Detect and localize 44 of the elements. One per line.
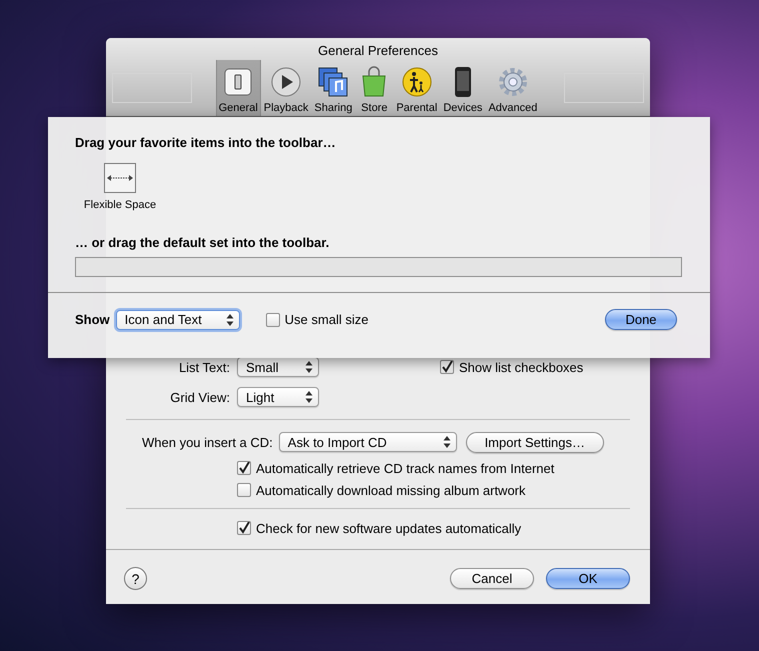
stepper-arrows-icon xyxy=(442,436,451,448)
checkbox[interactable] xyxy=(237,461,251,475)
checkbox[interactable] xyxy=(237,483,251,497)
checkbox[interactable] xyxy=(266,312,280,326)
ok-button[interactable]: OK xyxy=(546,568,630,589)
field-label: List Text: xyxy=(178,360,230,374)
import-settings-button[interactable]: Import Settings… xyxy=(466,432,604,452)
field-label: Show xyxy=(75,312,110,327)
checkbox-label: Show list checkboxes xyxy=(459,360,584,374)
checkbox-label: Check for new software updates automatically xyxy=(256,520,522,536)
sheet-heading: Drag your favorite items into the toolbar… xyxy=(74,135,337,150)
gear-icon xyxy=(496,66,529,98)
stepper-arrows-icon xyxy=(226,314,234,326)
toolbar-tab[interactable]: Parental xyxy=(393,60,440,116)
stepper-arrows-icon xyxy=(305,391,313,403)
parent-child-icon xyxy=(400,66,433,98)
checkbox-label: Automatically retrieve CD track names from Internet xyxy=(256,460,554,476)
sheet-heading: … or drag the default set into the toolbar. xyxy=(74,235,330,250)
toolbar-tab[interactable]: Playback xyxy=(260,60,312,116)
play-icon xyxy=(270,66,302,98)
toolbar-tab[interactable]: Advanced xyxy=(485,60,540,116)
palette-item-label: Flexible Space xyxy=(84,199,156,211)
popup-menu[interactable]: Icon and Text xyxy=(116,310,240,330)
done-button[interactable]: Done xyxy=(605,309,677,330)
toolbar-tab[interactable]: Store xyxy=(355,60,394,116)
flexible-space-icon[interactable] xyxy=(104,163,136,193)
field-label: When you insert a CD: xyxy=(142,434,273,450)
stepper-arrows-icon xyxy=(305,361,313,373)
checkbox-label: Automatically download missing album artwork xyxy=(256,482,526,498)
checkbox-label: Use small size xyxy=(284,312,368,327)
toolbar-tab[interactable]: General xyxy=(216,60,261,116)
default-toolbar-set[interactable] xyxy=(75,257,682,277)
checkbox[interactable] xyxy=(237,521,251,535)
switch-icon xyxy=(222,66,254,98)
cancel-button[interactable]: Cancel xyxy=(450,568,534,589)
help-button[interactable]: ? xyxy=(124,567,147,590)
toolbar-tab[interactable]: Devices xyxy=(440,60,486,116)
popup-menu[interactable]: Small xyxy=(237,357,319,377)
popup-menu[interactable]: Ask to Import CD xyxy=(278,432,457,452)
window-title: General Preferences xyxy=(318,43,438,59)
checkbox[interactable] xyxy=(440,360,454,374)
popup-menu[interactable]: Light xyxy=(237,387,319,407)
toolbar-tab[interactable]: Sharing xyxy=(311,60,356,116)
field-label: Grid View: xyxy=(169,390,230,404)
